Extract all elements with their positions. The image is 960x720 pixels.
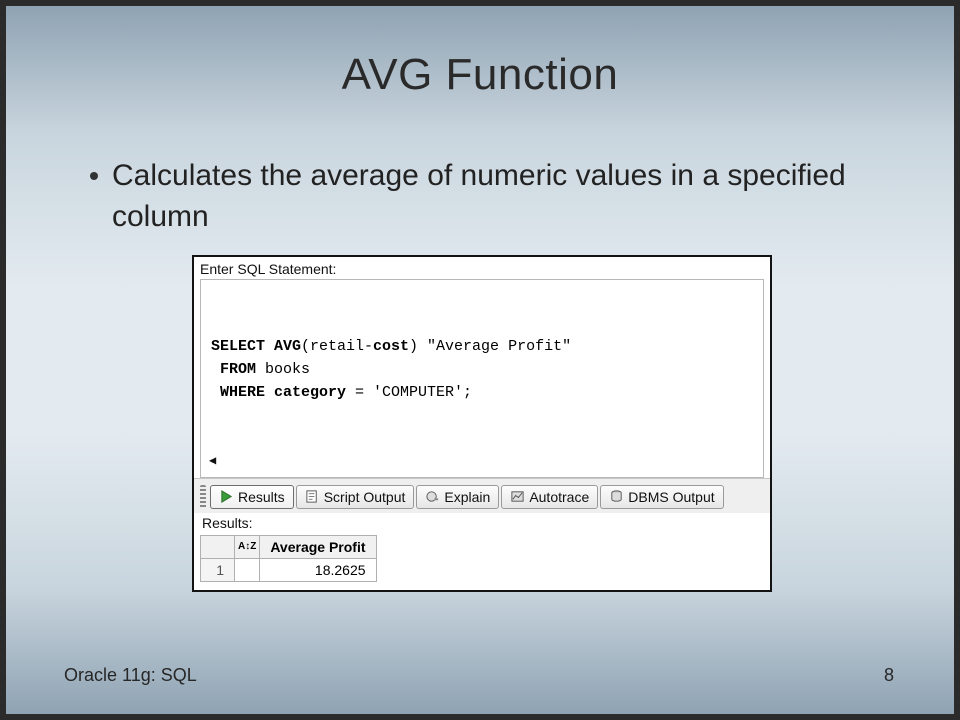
- tab-script-output[interactable]: Script Output: [296, 485, 415, 509]
- tab-dbms-label: DBMS Output: [628, 489, 714, 505]
- sql-editor[interactable]: SELECT AVG(retail-cost) "Average Profit"…: [200, 279, 764, 478]
- tab-autotrace[interactable]: Autotrace: [501, 485, 598, 509]
- tab-results[interactable]: Results: [210, 485, 294, 509]
- grid-cell-empty: [235, 558, 260, 581]
- script-icon: [305, 489, 320, 504]
- bullet-dot-icon: [90, 172, 98, 180]
- results-section-label: Results:: [194, 513, 770, 535]
- tab-script-label: Script Output: [324, 489, 406, 505]
- presentation-slide: AVG Function Calculates the average of n…: [0, 0, 960, 720]
- scroll-left-icon[interactable]: ◀: [209, 452, 216, 471]
- toolbar-grip-icon[interactable]: [200, 485, 206, 509]
- grid-cell-value: 18.2625: [260, 558, 376, 581]
- grid-row-number: 1: [201, 558, 235, 581]
- grid-column-header[interactable]: Average Profit: [260, 535, 376, 558]
- dbms-icon: [609, 489, 624, 504]
- slide-body: Calculates the average of numeric values…: [6, 100, 954, 592]
- tab-dbms-output[interactable]: DBMS Output: [600, 485, 723, 509]
- results-grid: A↕Z Average Profit 1 18.2625: [200, 535, 764, 582]
- tab-explain-label: Explain: [444, 489, 490, 505]
- play-icon: [219, 489, 234, 504]
- table-row[interactable]: 1 18.2625: [201, 558, 377, 581]
- slide-title: AVG Function: [6, 6, 954, 100]
- results-tabbar: Results Script Output Explain: [194, 478, 770, 513]
- enter-sql-label: Enter SQL Statement:: [194, 257, 770, 279]
- grid-header-row: A↕Z Average Profit: [201, 535, 377, 558]
- sort-az-icon[interactable]: A↕Z: [235, 535, 260, 558]
- footer-text: Oracle 11g: SQL: [64, 665, 197, 686]
- bullet-text: Calculates the average of numeric values…: [112, 156, 874, 237]
- tab-explain[interactable]: Explain: [416, 485, 499, 509]
- grid-corner-cell: [201, 535, 235, 558]
- explain-icon: [425, 489, 440, 504]
- tab-results-label: Results: [238, 489, 285, 505]
- autotrace-icon: [510, 489, 525, 504]
- page-number: 8: [884, 665, 894, 686]
- sql-screenshot-panel: Enter SQL Statement: SELECT AVG(retail-c…: [192, 255, 772, 592]
- tab-autotrace-label: Autotrace: [529, 489, 589, 505]
- bullet-row: Calculates the average of numeric values…: [90, 156, 874, 237]
